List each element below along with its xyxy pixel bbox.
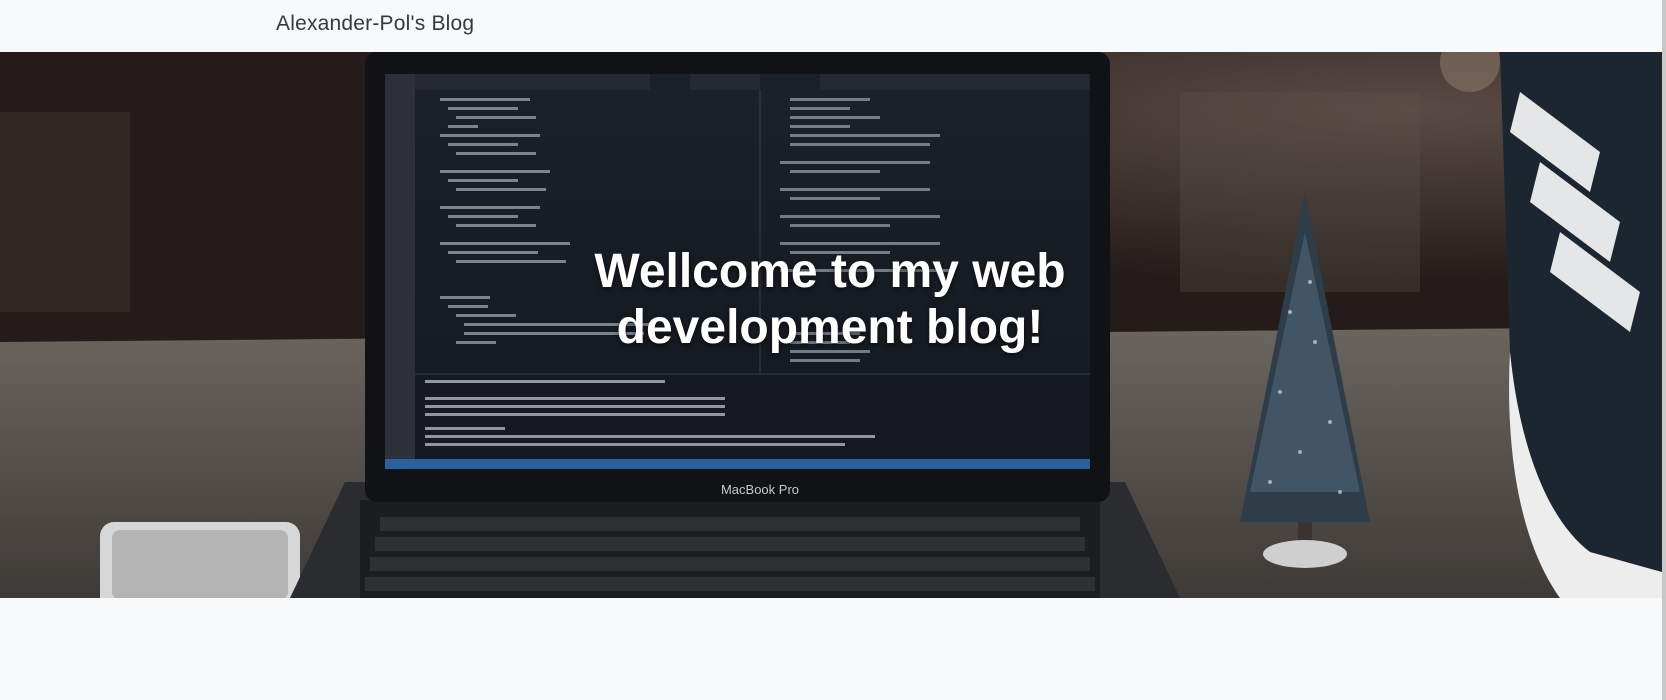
laptop-brand-label: MacBook Pro: [720, 482, 800, 497]
hero-banner: Wellcome to my web development blog! Mac…: [0, 52, 1662, 598]
page-scrollbar[interactable]: [1662, 0, 1666, 700]
hero-title: Wellcome to my web development blog!: [594, 245, 1066, 354]
decorative-shoe-image: [1500, 52, 1662, 598]
decorative-tree-image: [1240, 192, 1370, 568]
top-navbar: Alexander-Pol's Blog: [0, 0, 1666, 52]
blog-brand-link[interactable]: Alexander-Pol's Blog: [276, 12, 474, 36]
